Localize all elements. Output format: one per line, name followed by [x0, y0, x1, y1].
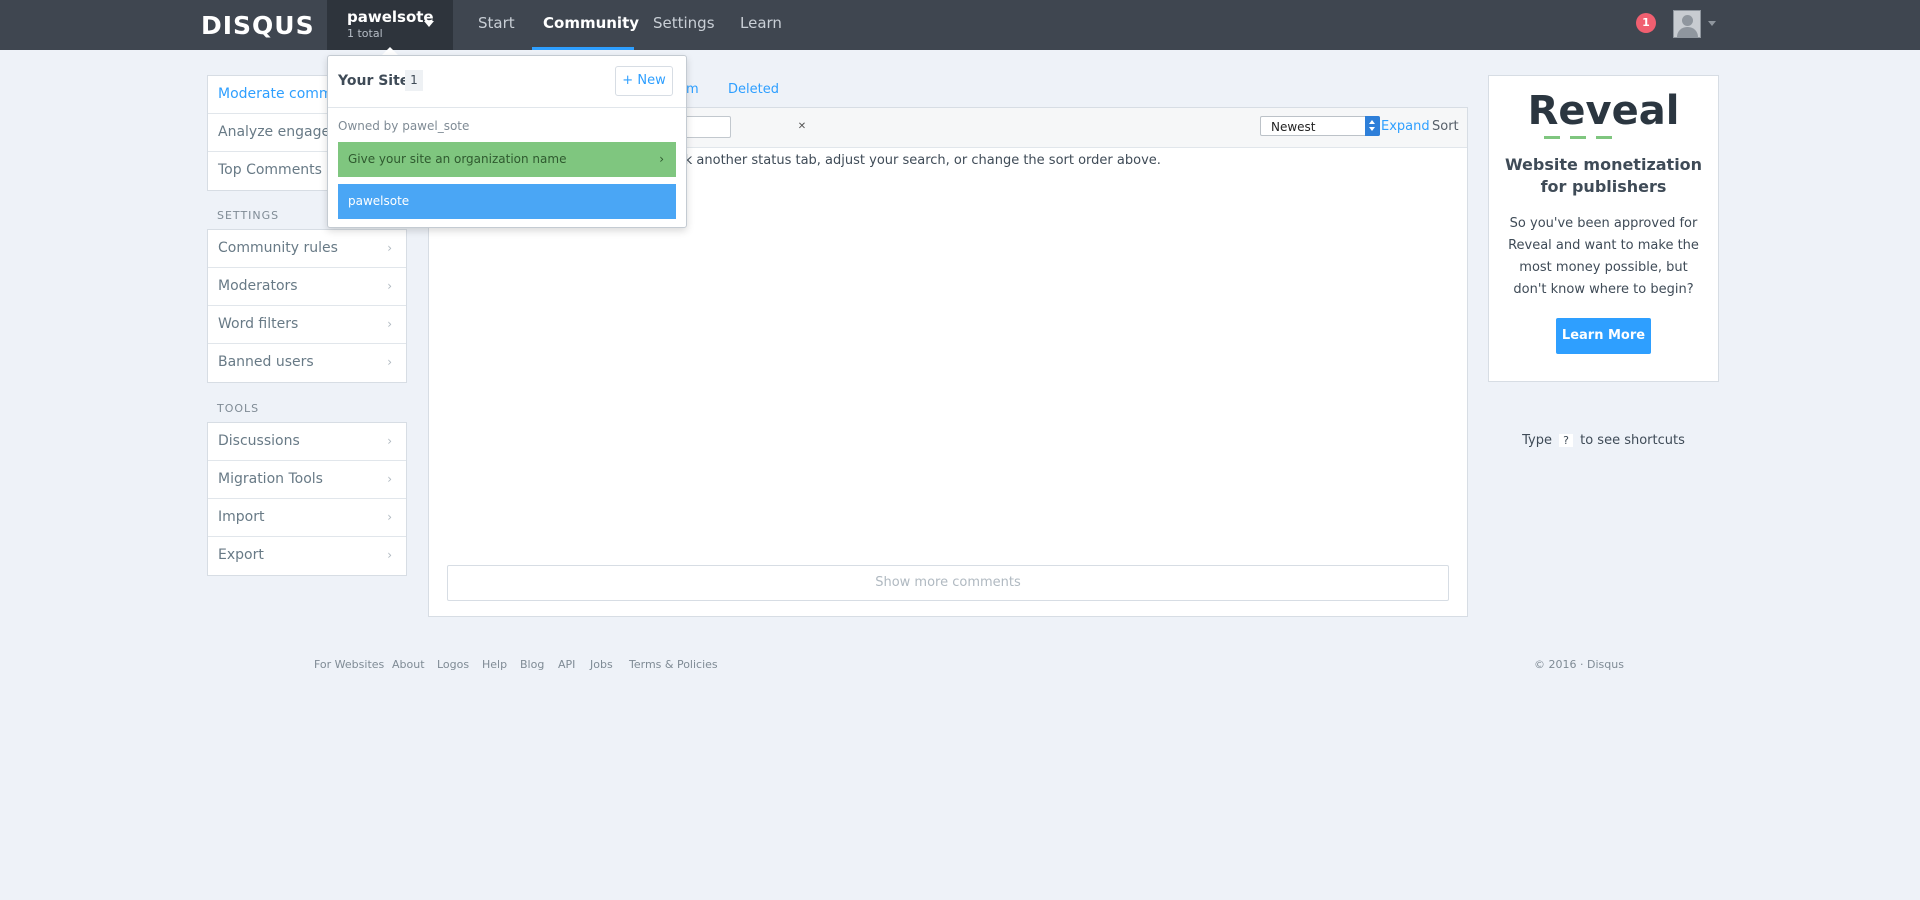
expand-link[interactable]: Expand [1381, 119, 1430, 134]
plus-icon: + [622, 73, 634, 88]
nav-tab-learn[interactable]: Learn [740, 0, 782, 50]
shortcut-key: ? [1559, 434, 1573, 447]
new-site-button[interactable]: + New [615, 66, 673, 96]
promo-body: So you've been approved for Reveal and w… [1508, 216, 1699, 297]
sidebar-item-moderators[interactable]: Moderators › [208, 268, 406, 306]
nav-tab-start[interactable]: Start [478, 0, 515, 50]
footer-link-blog[interactable]: Blog [520, 658, 544, 671]
sidebar-item-label: Import [218, 509, 265, 525]
sites-dropdown: Your Sites 1 + New Owned by pawel_sote G… [327, 55, 687, 228]
owned-by-label: Owned by pawel_sote [338, 119, 470, 133]
sidebar-item-discussions[interactable]: Discussions › [208, 423, 406, 461]
avatar-body [1677, 27, 1698, 37]
chevron-right-icon: › [659, 152, 664, 166]
underline-dash [1544, 136, 1560, 139]
disqus-logo[interactable]: DISQUS [201, 11, 315, 40]
sidebar-item-banned-users[interactable]: Banned users › [208, 344, 406, 382]
sidebar-item-label: Community rules [218, 240, 338, 256]
copyright-text: © 2016 · Disqus [1534, 658, 1624, 671]
chevron-right-icon: › [387, 279, 392, 293]
sidebar-item-label: Discussions [218, 433, 300, 449]
underline-dash [1596, 136, 1612, 139]
chevron-right-icon: › [387, 355, 392, 369]
sidebar-item-export[interactable]: Export › [208, 537, 406, 575]
site-switcher[interactable]: pawelsote 1 total [327, 0, 453, 50]
sidebar-item-import[interactable]: Import › [208, 499, 406, 537]
sidebar-item-label: Moderators [218, 278, 298, 294]
sidebar-item-label: Export [218, 547, 264, 563]
status-tab-deleted[interactable]: Deleted [728, 82, 779, 97]
site-total-count: 1 total [347, 27, 383, 40]
organization-prompt-label: Give your site an organization name [348, 152, 567, 166]
sites-count-badge: 1 [405, 70, 423, 91]
avatar-caret-icon[interactable] [1708, 21, 1716, 26]
sidebar-item-migration-tools[interactable]: Migration Tools › [208, 461, 406, 499]
chevron-right-icon: › [387, 548, 392, 562]
sidebar-heading-settings: SETTINGS [217, 209, 280, 222]
avatar-head [1682, 15, 1693, 26]
footer-link-for-websites[interactable]: For Websites [314, 658, 384, 671]
current-site-name: pawelsote [347, 8, 434, 26]
sort-selected-value: Newest [1271, 120, 1316, 134]
shortcuts-hint: Type ? to see shortcuts [1488, 433, 1719, 448]
dropdown-pointer [382, 47, 398, 55]
sidebar-item-label: Banned users [218, 354, 314, 370]
shortcut-suffix: to see shortcuts [1580, 433, 1685, 448]
chevron-right-icon: › [387, 241, 392, 255]
footer-link-help[interactable]: Help [482, 658, 507, 671]
user-avatar-icon[interactable] [1673, 10, 1701, 38]
sidebar-item-label: Migration Tools [218, 471, 323, 487]
sidebar-item-label: Word filters [218, 316, 299, 332]
nav-tab-community[interactable]: Community [543, 0, 639, 50]
footer-link-about[interactable]: About [392, 658, 425, 671]
reveal-promo-card: Reveal Website monetization for publishe… [1488, 75, 1719, 382]
chevron-right-icon: › [387, 317, 392, 331]
select-arrows-icon [1365, 116, 1380, 136]
sort-label: Sort [1432, 119, 1459, 134]
sidebar-settings-group: Community rules › Moderators › Word filter… [207, 229, 407, 383]
nav-tab-settings[interactable]: Settings [653, 0, 715, 50]
chevron-right-icon: › [387, 434, 392, 448]
promo-headline: Website monetization for publishers [1504, 155, 1703, 196]
chevron-right-icon: › [387, 510, 392, 524]
sidebar-heading-tools: TOOLS [217, 402, 260, 415]
dropdown-divider [328, 107, 686, 108]
footer-link-logos[interactable]: Logos [437, 658, 469, 671]
footer-link-api[interactable]: API [558, 658, 575, 671]
show-more-button[interactable]: Show more comments [447, 565, 1449, 601]
close-icon[interactable]: ✕ [797, 116, 807, 138]
learn-more-button[interactable]: Learn More [1556, 318, 1651, 354]
reveal-logo-underline [1544, 136, 1664, 140]
status-tab-spam[interactable]: m [686, 82, 699, 97]
chevron-right-icon: › [387, 472, 392, 486]
underline-dash [1570, 136, 1586, 139]
sort-select[interactable]: Newest [1260, 116, 1380, 136]
sidebar-tools-group: Discussions › Migration Tools › Import › Ex… [207, 422, 407, 576]
new-site-label: New [637, 73, 666, 88]
sidebar-item-community-rules[interactable]: Community rules › [208, 230, 406, 268]
footer-link-jobs[interactable]: Jobs [590, 658, 613, 671]
empty-state-message: ick another status tab, adjust your sear… [674, 153, 1161, 168]
reveal-logo: Reveal [1527, 88, 1680, 134]
notification-badge[interactable]: 1 [1636, 13, 1656, 33]
shortcut-prefix: Type [1522, 433, 1552, 448]
organization-name-prompt[interactable]: Give your site an organization name › [338, 142, 676, 177]
caret-down-icon [424, 21, 434, 27]
sidebar-item-word-filters[interactable]: Word filters › [208, 306, 406, 344]
footer-link-terms[interactable]: Terms & Policies [629, 658, 718, 671]
active-tab-indicator [532, 47, 634, 50]
top-navigation-bar: DISQUS pawelsote 1 total Start Community… [0, 0, 1920, 50]
site-item-pawelsote[interactable]: pawelsote [338, 184, 676, 219]
